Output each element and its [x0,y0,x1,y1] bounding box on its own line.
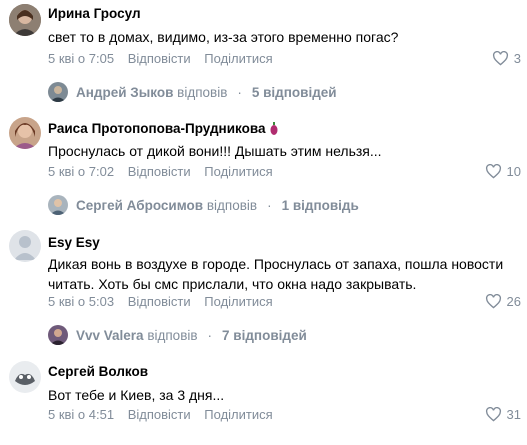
comment-meta: 5 кві о 7:02 Відповісти Поділитися [48,164,283,179]
author-name: Раиса Протопопова-Прудникова [48,121,266,136]
reply-button[interactable]: Відповісти [128,164,191,179]
comment-author[interactable]: Раиса Протопопова-Прудникова [48,121,279,136]
comment-time[interactable]: 5 кві о 7:02 [48,164,114,179]
comment-time[interactable]: 5 кві о 4:51 [48,407,114,422]
like-count: 3 [513,51,521,66]
reply-user: Vvv Valera [76,327,144,343]
reply-verb: відповів [147,327,198,343]
separator-dot: · [207,327,213,343]
comment-time[interactable]: 5 кві о 7:05 [48,51,114,66]
comment-meta: 5 кві о 4:51 Відповісти Поділитися [48,407,283,422]
comment-text: Проснулась от дикой вони!!! Дышать этим … [48,143,382,159]
avatar[interactable] [9,230,41,262]
heart-icon [485,164,501,179]
share-button[interactable]: Поділитися [204,407,272,422]
comment-text: Дикая вонь в воздухе в городе. Проснулас… [48,256,504,292]
replies-link[interactable]: Vvv Valera відповів · 7 відповідей [48,325,307,345]
reply-user: Сергей Абросимов [76,197,204,213]
reply-verb: відповів [206,197,258,213]
replies-link[interactable]: Сергей Абросимов відповів · 1 відповідь [48,195,359,215]
share-button[interactable]: Поділитися [204,294,272,309]
heart-icon [492,51,508,66]
comment-meta: 5 кві о 5:03 Відповісти Поділитися [48,294,283,309]
separator-dot: · [237,84,242,100]
reply-count: 1 відповідь [281,197,359,213]
like-button[interactable]: 26 [485,294,521,309]
share-button[interactable]: Поділитися [204,51,272,66]
replies-link[interactable]: Андрей Зыков відповів · 5 відповідей [48,82,337,102]
like-count: 10 [506,164,521,179]
reply-count: 5 відповідей [251,84,337,100]
comment-text: Вот тебе и Киев, за 3 дня... [48,387,225,403]
avatar [48,325,68,345]
like-count: 31 [506,407,521,422]
reply-button[interactable]: Відповісти [128,51,191,66]
comment-author[interactable]: Сергей Волков [48,364,148,379]
comment-author[interactable]: Esy Esy [48,235,100,250]
avatar[interactable] [9,361,41,393]
share-button[interactable]: Поділитися [204,164,272,179]
eggplant-emoji-icon [270,122,278,135]
comment-time[interactable]: 5 кві о 5:03 [48,294,114,309]
like-button[interactable]: 10 [485,164,521,179]
avatar[interactable] [9,4,41,36]
like-button[interactable]: 3 [492,51,521,66]
separator-dot: · [267,197,272,213]
like-button[interactable]: 31 [485,407,521,422]
reply-user: Андрей Зыков [76,84,174,100]
comment-meta: 5 кві о 7:05 Відповісти Поділитися [48,51,283,66]
reply-verb: відповів [177,84,228,100]
heart-icon [485,294,501,309]
comment-author[interactable]: Ирина Гросул [48,6,141,21]
like-count: 26 [506,294,521,309]
reply-count: 7 відповідей [222,327,307,343]
heart-icon [485,407,501,422]
reply-button[interactable]: Відповісти [128,407,191,422]
avatar [48,195,68,215]
comment-text: свет то в домах, видимо, из-за этого вре… [48,29,399,45]
avatar [48,82,68,102]
avatar[interactable] [9,117,41,149]
reply-button[interactable]: Відповісти [128,294,191,309]
